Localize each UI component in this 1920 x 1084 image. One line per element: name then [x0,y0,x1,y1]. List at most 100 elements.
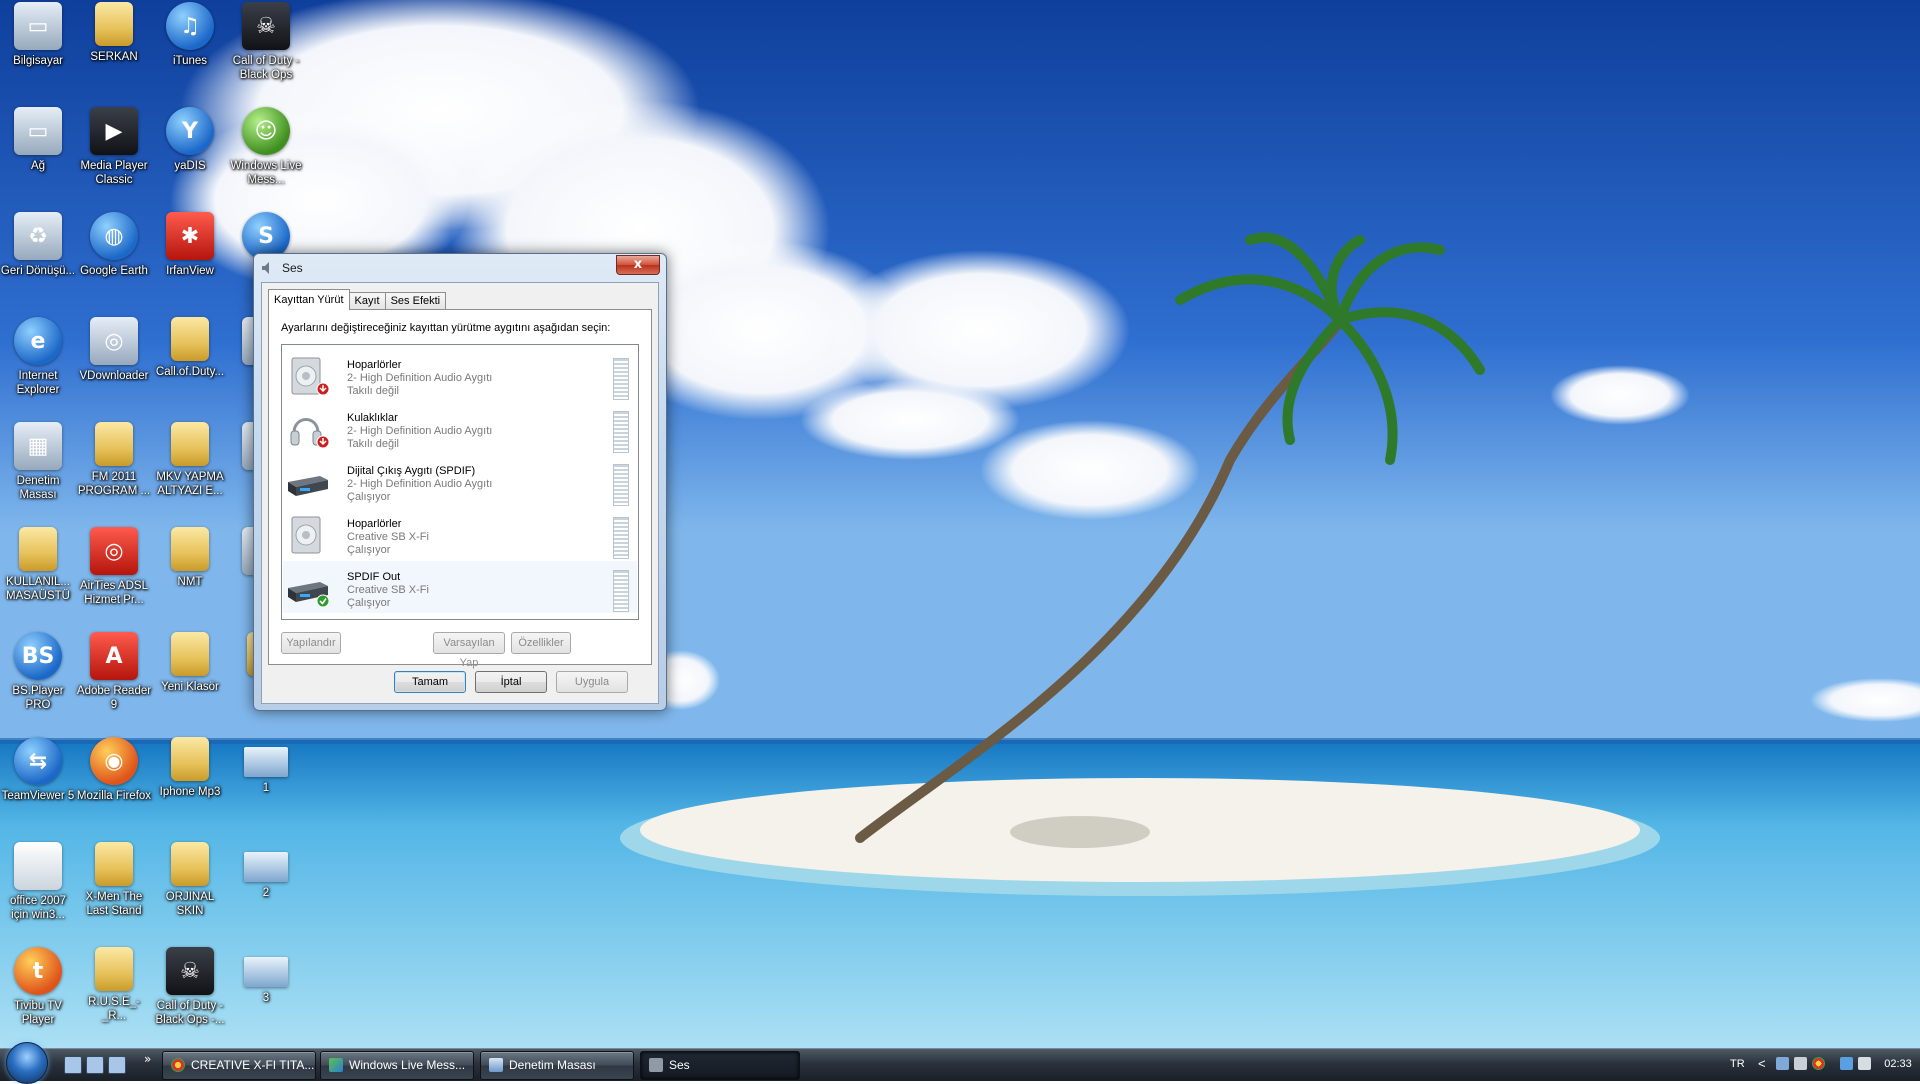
desktop-icon[interactable]: BS BS.Player PRO [0,630,76,726]
apply-button[interactable]: Uygula [556,671,628,693]
desktop-icon[interactable]: office 2007 için win3... [0,840,76,936]
speaker-icon [262,262,269,274]
desktop-icon[interactable]: ⇆ TeamViewer 5 [0,735,76,831]
desktop-icon[interactable]: A Adobe Reader 9 [76,630,152,726]
desktop-icon[interactable]: 1 [228,735,304,831]
desktop-icon-label: 1 [262,782,270,794]
taskbar-item-sound[interactable]: Ses [640,1051,800,1080]
device-description: Creative SB X-Fi [347,531,429,543]
desktop-icon[interactable]: X-Men The Last Stand [76,840,152,936]
desktop-icon[interactable]: ORJINAL SKIN [152,840,228,936]
internet-explorer-icon: e [14,317,62,365]
desktop-icon[interactable]: e Internet Explorer [0,315,76,411]
desktop-icon-label: Mozilla Firefox [76,790,152,802]
cancel-button[interactable]: İptal [475,671,547,693]
tab-recording[interactable]: Kayıt [348,292,386,310]
device-description: 2- High Definition Audio Aygıtı [347,425,493,437]
configure-button[interactable]: Yapılandır [281,632,341,654]
desktop-icon[interactable]: FM 2011 PROGRAM ... [76,420,152,516]
desktop-icon[interactable]: ▭ Ağ [0,105,76,201]
device-list[interactable]: Hoparlörler 2- High Definition Audio Ayg… [281,344,639,620]
device-item[interactable]: Dijital Çıkış Aygıtı (SPDIF) 2- High Def… [283,455,637,507]
desktop-icon-label: KULLANIL... MASAÜSTÜ [6,576,70,602]
device-name: Dijital Çıkış Aygıtı (SPDIF) [347,465,476,477]
device-description: 2- High Definition Audio Aygıtı [347,478,493,490]
switch-windows-icon[interactable] [86,1056,104,1074]
show-hidden-icons-button[interactable]: < [1758,1048,1766,1080]
tray-app-icon[interactable] [1794,1057,1807,1070]
device-item[interactable]: Kulaklıklar 2- High Definition Audio Ayg… [283,402,637,454]
desktop-icon[interactable]: ♫ iTunes [152,0,228,96]
desktop-icon-label: MKV YAPMA ALTYAZI E... [156,471,224,497]
itunes-icon: ♫ [166,2,214,50]
desktop-icon[interactable]: t Tivibu TV Player [0,945,76,1041]
desktop-icon[interactable]: Iphone Mp3 [152,735,228,831]
taskbar-item-chrome[interactable]: CREATIVE X-FI TITA... [162,1051,316,1080]
desktop-icon[interactable]: Call.of.Duty... [152,315,228,411]
clock[interactable]: 02:33 [1880,1048,1916,1080]
desktop-icon[interactable]: ◎ VDownloader [76,315,152,411]
desktop-icon-label: Ağ [30,160,46,172]
folder-icon [171,737,209,781]
desktop-icon[interactable]: Yeni Klasör [152,630,228,726]
desktop-icon[interactable]: KULLANIL... MASAÜSTÜ [0,525,76,621]
desktop-icon[interactable]: ✱ IrfanView [152,210,228,306]
desktop-icon-label: TeamViewer 5 [1,790,75,802]
messenger-tray-icon[interactable] [1840,1057,1853,1070]
device-item-default[interactable]: SPDIF Out Creative SB X-Fi Çalışıyor [283,561,637,613]
taskbar-item-messenger[interactable]: Windows Live Mess... [320,1051,474,1080]
speaker-icon [291,516,321,554]
folder-icon [171,317,209,361]
screenshot-icon [244,747,288,777]
device-description: Creative SB X-Fi [347,584,429,596]
tab-playback[interactable]: Kayıttan Yürüt [268,289,350,310]
recycle-bin-icon: ♻ [14,212,62,260]
folder-icon [171,527,209,571]
desktop-icon[interactable]: ▦ Denetim Masası [0,420,76,516]
desktop-icon[interactable]: NMT [152,525,228,621]
quick-launch-overflow-icon[interactable]: » [144,1052,151,1066]
desktop-icon[interactable]: YyaDIS [152,105,228,201]
dialog-title: Ses [282,261,303,275]
network-icon[interactable] [1776,1057,1789,1070]
tab-sound-effects[interactable]: Ses Efekti [384,292,447,310]
language-indicator[interactable]: TR [1730,1048,1745,1080]
desktop-icon[interactable]: ☠ Call of Duty - Black Ops -... [152,945,228,1041]
quick-launch-icon[interactable] [108,1056,126,1074]
desktop-icon[interactable]: 2 [228,840,304,936]
volume-meter [613,570,629,612]
dialog-client: Kayıttan Yürüt Kayıt Ses Efekti Ayarları… [261,282,659,704]
desktop-icon[interactable]: 3 [228,945,304,1041]
properties-button[interactable]: Özellikler [511,632,571,654]
desktop-icon[interactable]: R.U.S.E_-_R... [76,945,152,1041]
close-button[interactable]: x [616,255,660,275]
ok-button[interactable]: Tamam [394,671,466,693]
device-item[interactable]: Hoparlörler 2- High Definition Audio Ayg… [283,349,637,401]
desktop-icon[interactable]: ◍ Google Earth [76,210,152,306]
taskbar-item-control-panel[interactable]: Denetim Masası [480,1051,634,1080]
desktop-icon[interactable]: ☠ Call of Duty - Black Ops [228,0,304,96]
desktop-icon[interactable]: SERKAN [76,0,152,96]
volume-meter [613,517,629,559]
device-item[interactable]: Hoparlörler Creative SB X-Fi Çalışıyor [283,508,637,560]
bsplayer-icon: BS [14,632,62,680]
desktop-icon[interactable]: MKV YAPMA ALTYAZI E... [152,420,228,516]
desktop-icon-label: VDownloader [79,370,149,382]
chrome-tray-icon[interactable] [1812,1057,1825,1070]
volume-icon[interactable] [1858,1057,1871,1070]
desktop-icon-label: IrfanView [166,265,214,277]
control-panel-icon [489,1058,503,1072]
show-desktop-icon[interactable] [64,1056,82,1074]
desktop-icon[interactable]: ▶ Media Player Classic [76,105,152,201]
device-status: Çalışıyor [347,491,391,503]
screenshot-icon [244,957,288,987]
desktop-icon-label: 3 [262,992,270,1004]
set-default-button[interactable]: Varsayılan Yap [433,632,505,669]
dialog-titlebar[interactable]: Ses x [254,254,666,282]
desktop-icon[interactable]: ◎ AirTies ADSL Hizmet Pr... [76,525,152,621]
desktop-icon[interactable]: ☺ Windows Live Mess... [228,105,304,201]
desktop-icon[interactable]: ◉ Mozilla Firefox [76,735,152,831]
desktop-icon[interactable]: ▭ Bilgisayar [0,0,76,96]
desktop-icon[interactable]: ♻ Geri Dönüşü... [0,210,76,306]
start-button[interactable] [6,1042,48,1084]
